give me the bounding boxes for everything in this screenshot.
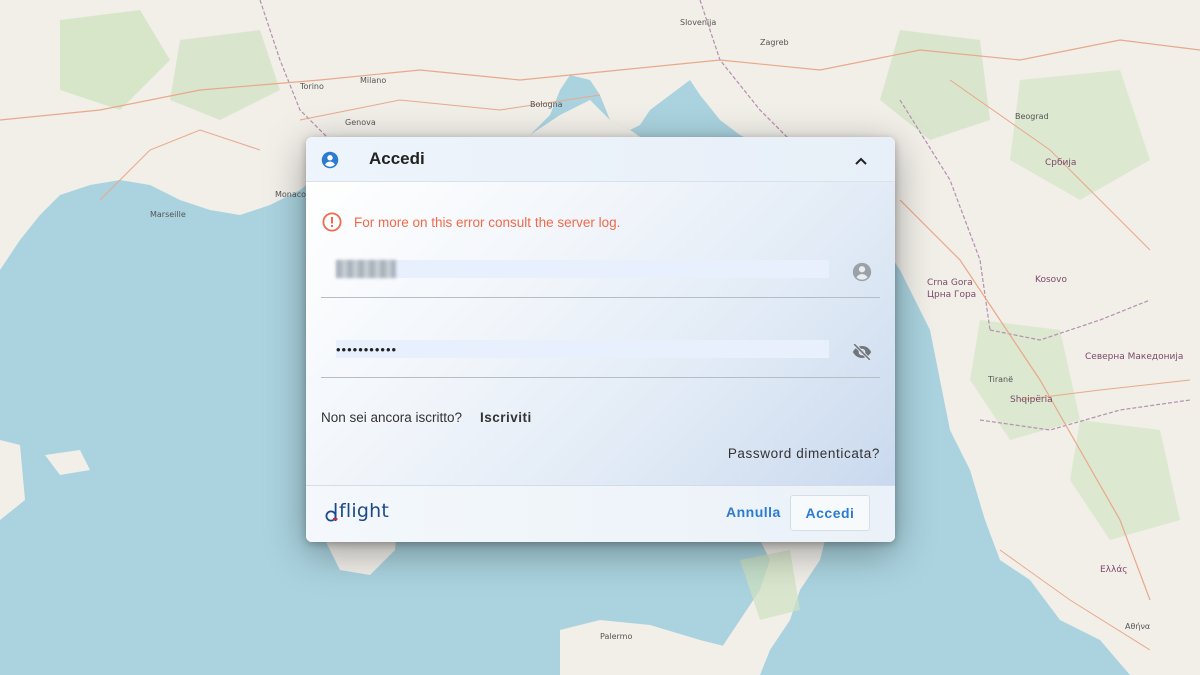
dialog-header: Accedi: [306, 137, 895, 182]
chevron-up-icon[interactable]: [854, 154, 868, 168]
forgot-password-link[interactable]: Password dimenticata?: [728, 446, 880, 461]
signup-row: Non sei ancora iscritto? Iscriviti: [321, 410, 531, 425]
dialog-body: For more on this error consult the serve…: [306, 182, 895, 485]
password-input[interactable]: [336, 340, 829, 358]
account-circle-icon: [852, 262, 872, 282]
username-field: [321, 217, 880, 298]
signup-link[interactable]: Iscriviti: [480, 410, 532, 425]
dflight-logo-mark: [325, 503, 338, 522]
username-blurred-value: [336, 260, 396, 278]
account-circle-icon: [321, 151, 339, 169]
login-dialog: Accedi For more on this error consult th…: [306, 137, 895, 542]
logo-text: flight: [339, 500, 389, 522]
visibility-off-icon[interactable]: [851, 341, 873, 363]
login-button[interactable]: Accedi: [790, 495, 870, 531]
password-field: [321, 297, 880, 378]
cancel-button[interactable]: Annulla: [726, 504, 781, 520]
dialog-footer: flight Annulla Accedi: [306, 485, 895, 542]
signup-prompt: Non sei ancora iscritto?: [321, 410, 463, 425]
dialog-title: Accedi: [369, 149, 425, 168]
username-input[interactable]: [336, 260, 829, 278]
